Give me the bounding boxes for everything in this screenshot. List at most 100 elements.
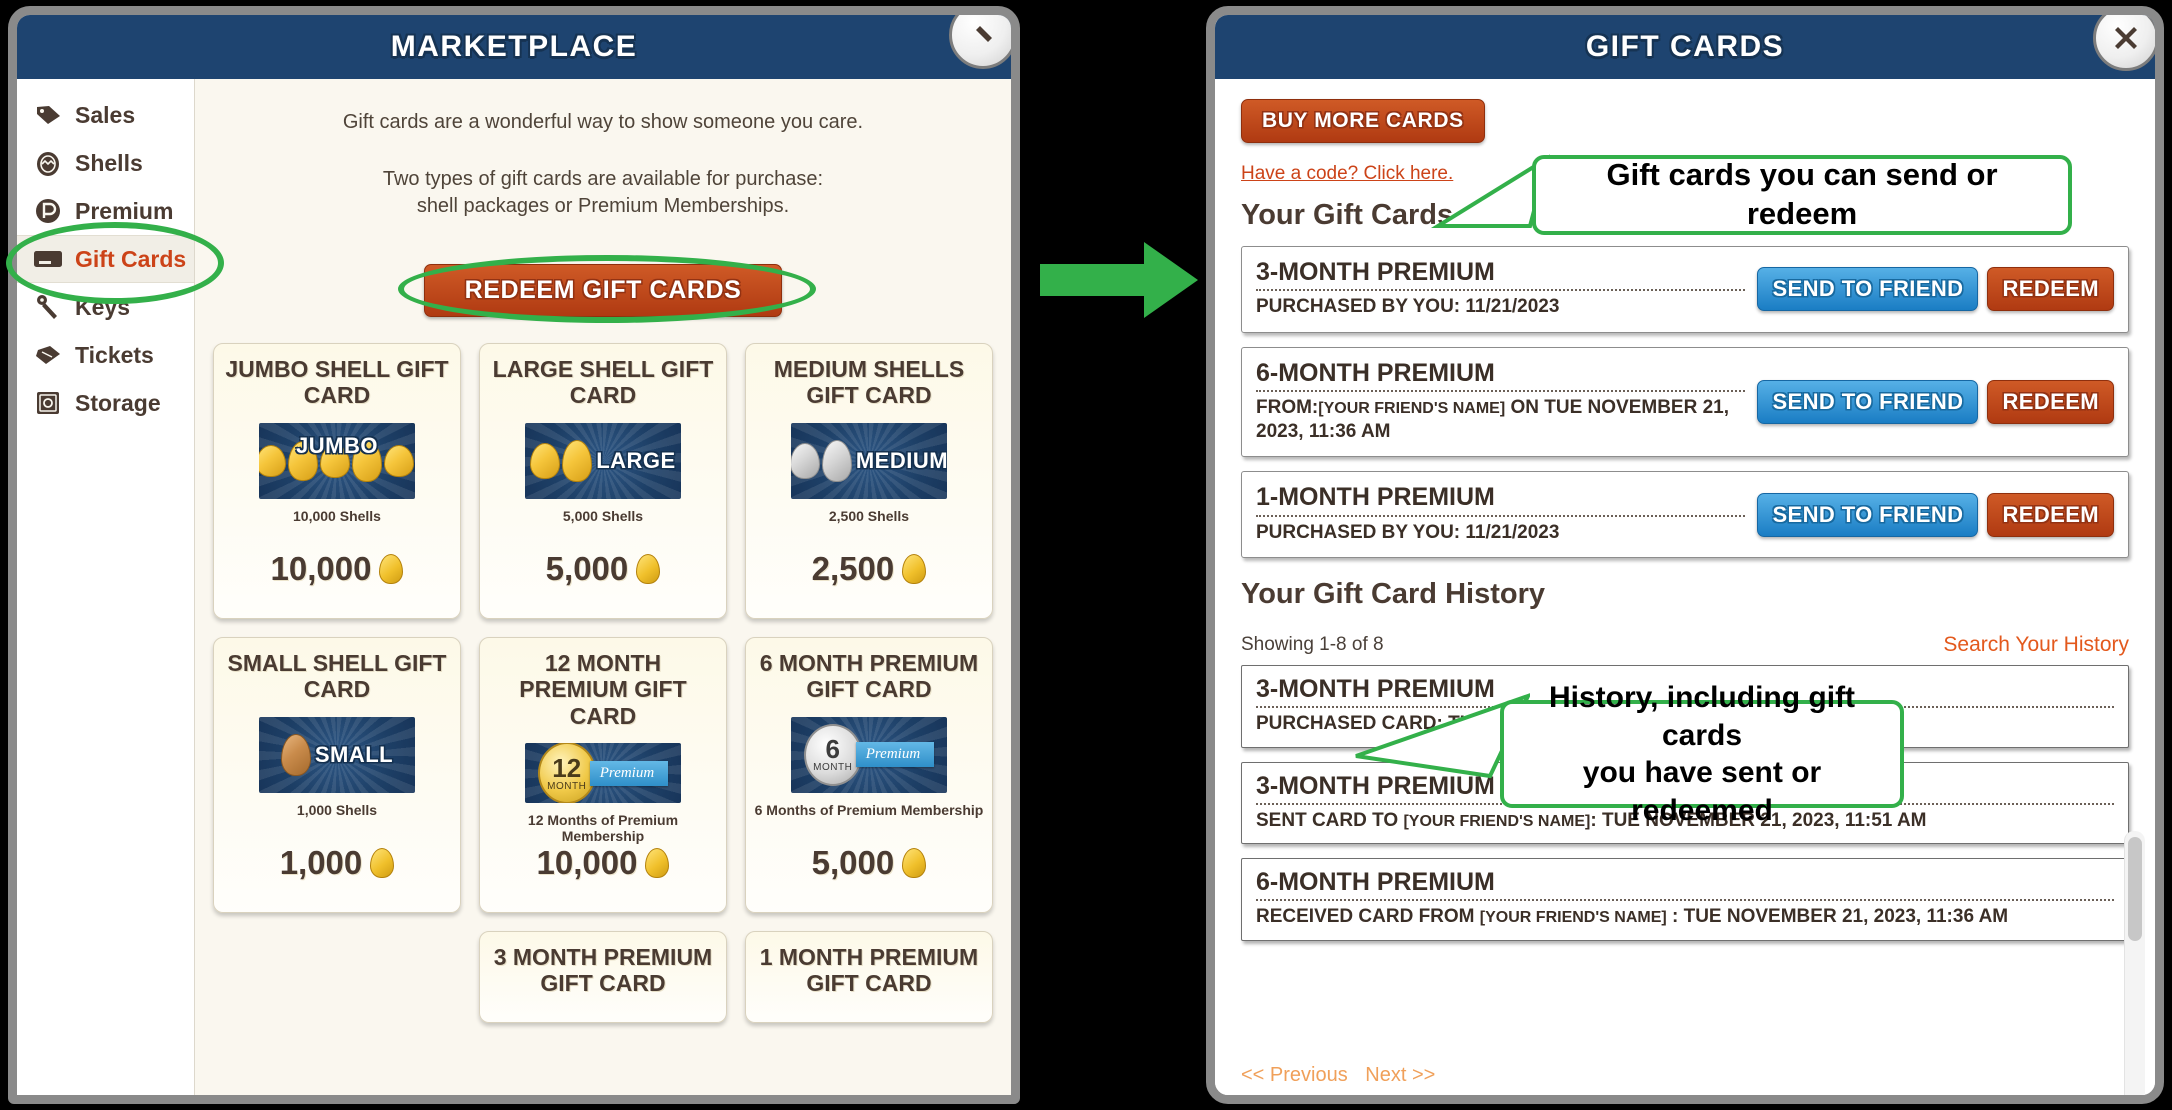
have-a-code-link[interactable]: Have a code? Click here. [1241, 163, 1453, 185]
close-icon[interactable] [2093, 15, 2155, 71]
history-scrollbar[interactable] [2124, 831, 2145, 1095]
gift-card-history-heading: Your Gift Card History [1241, 578, 1545, 610]
history-card-meta: RECEIVED CARD FROM [YOUR FRIEND'S NAME] … [1256, 905, 2114, 929]
product-price: 1,000 [280, 844, 395, 882]
previous-page-link[interactable]: << Previous [1241, 1064, 1348, 1086]
sidebar-item-shells[interactable]: Shells [17, 139, 194, 187]
premium-p-icon [33, 198, 63, 224]
callout-line-1: History, including gift cards [1548, 681, 1856, 752]
meta-prefix: RECEIVED CARD FROM [1256, 906, 1480, 928]
product-price: 5,000 [812, 844, 927, 882]
gold-eggs-icon [530, 439, 593, 482]
shell-coin-icon [645, 848, 670, 878]
gift-card-product[interactable]: 3 MONTH PREMIUM GIFT CARD [478, 931, 727, 1023]
shell-coin-icon [370, 848, 395, 878]
product-art: 12 MONTH Premium [524, 743, 681, 803]
gift-card-row: 6-MONTH PREMIUM FROM:[YOUR FRIEND'S NAME… [1241, 346, 2129, 458]
gift-cards-header: GIFT CARDS [1215, 15, 2155, 79]
gift-card-meta: PURCHASED BY YOU: 11/21/2023 [1256, 521, 1560, 543]
redeem-gift-cards-button[interactable]: REDEEM GIFT CARDS [423, 264, 783, 317]
art-label: MEDIUM [855, 447, 947, 473]
search-your-history-link[interactable]: Search Your History [1943, 633, 2129, 657]
gift-card-name: 3-MONTH PREMIUM [1256, 258, 1495, 286]
product-art: LARGE [524, 422, 681, 499]
divider [1256, 288, 1746, 292]
silver-eggs-icon [790, 439, 852, 482]
sidebar-item-label: Keys [75, 293, 130, 320]
product-sub: 6 Months of Premium Membership [754, 801, 984, 818]
marketplace-window: MARKETPLACE Sales Shells Premium Gift Ca… [8, 6, 1020, 1104]
product-sub: 5,000 Shells [562, 507, 644, 524]
product-title: 12 MONTH PREMIUM GIFT CARD [519, 650, 687, 729]
marketplace-content: Gift cards are a wonderful way to show s… [195, 79, 1011, 1095]
redeem-button[interactable]: REDEEM [1987, 267, 2114, 312]
shell-coin-icon [902, 848, 927, 878]
gift-cards-title: GIFT CARDS [1585, 30, 1785, 63]
send-to-friend-button[interactable]: SEND TO FRIEND [1757, 492, 1979, 537]
meta-friend-name: [YOUR FRIEND'S NAME] [1479, 909, 1667, 927]
product-title: MEDIUM SHELLS GIFT CARD [773, 356, 965, 409]
sidebar-item-label: Premium [75, 197, 174, 224]
sidebar-item-storage[interactable]: Storage [17, 379, 194, 427]
product-sub: 10,000 Shells [293, 507, 381, 524]
send-to-friend-button[interactable]: SEND TO FRIEND [1757, 380, 1979, 424]
pagination: << Previous Next >> [1241, 1064, 1447, 1087]
product-art: MEDIUM [790, 422, 947, 499]
product-title: JUMBO SHELL GIFT CARD [225, 356, 449, 409]
annotation-callout-history: History, including gift cards you have s… [1500, 681, 1904, 827]
marketplace-header: MARKETPLACE [17, 15, 1011, 79]
product-sub: 12 Months of Premium Membership [527, 812, 679, 844]
gift-card-name: 1-MONTH PREMIUM [1256, 483, 1495, 512]
meta-prefix: FROM: [1256, 396, 1319, 418]
sidebar-item-gift-cards[interactable]: Gift Cards [17, 235, 194, 283]
gift-card-name: 6-MONTH PREMIUM [1256, 358, 1495, 387]
sidebar-item-premium[interactable]: Premium [17, 187, 194, 235]
price-amount: 2,500 [811, 550, 895, 587]
gift-card-product[interactable]: SMALL SHELL GIFT CARD SMALL 1,000 Shells… [213, 637, 461, 913]
premium-ribbon: Premium [855, 742, 935, 768]
meta-friend-name: [YOUR FRIEND'S NAME] [1318, 399, 1506, 417]
product-sub: 1,000 Shells [296, 801, 378, 818]
redeem-button[interactable]: REDEEM [1987, 492, 2114, 537]
scrollbar-thumb[interactable] [2128, 837, 2142, 941]
price-amount: 5,000 [811, 844, 895, 881]
close-icon[interactable] [949, 15, 1011, 69]
gift-card-product[interactable]: 6 MONTH PREMIUM GIFT CARD 6 MONTH Premiu… [744, 637, 993, 913]
product-price: 10,000 [271, 550, 404, 588]
gift-card-meta: FROM:[YOUR FRIEND'S NAME] ON TUE NOVEMBE… [1256, 396, 1745, 445]
product-art: 6 MONTH Premium [790, 716, 947, 793]
product-sub: 2,500 Shells [828, 507, 910, 524]
art-label: SMALL [314, 741, 394, 767]
gift-card-product[interactable]: LARGE SHELL GIFT CARD LARGE 5,000 Shells… [478, 343, 727, 619]
gift-card-product[interactable]: JUMBO SHELL GIFT CARD JUMBO 10,000 Shell… [213, 343, 461, 619]
showing-count: Showing 1-8 of 8 [1241, 634, 1384, 655]
right-arrow-icon [1040, 242, 1198, 318]
shell-coin-icon [636, 554, 661, 584]
sidebar-item-tickets[interactable]: Tickets [17, 331, 194, 379]
next-page-link[interactable]: Next >> [1365, 1064, 1435, 1086]
gift-card-product[interactable]: MEDIUM SHELLS GIFT CARD MEDIUM 2,500 She… [744, 343, 993, 619]
gift-card-product[interactable]: 1 MONTH PREMIUM GIFT CARD [744, 931, 993, 1023]
art-label: JUMBO [296, 432, 378, 458]
sidebar-item-sales[interactable]: Sales [17, 91, 194, 139]
send-to-friend-button[interactable]: SEND TO FRIEND [1757, 267, 1979, 312]
price-amount: 1,000 [279, 844, 363, 881]
redeem-cta-wrap: REDEEM GIFT CARDS [213, 264, 993, 317]
product-title: SMALL SHELL GIFT CARD [227, 650, 447, 703]
marketplace-sidebar: Sales Shells Premium Gift Cards Keys Tic… [17, 79, 195, 1095]
gift-card-actions: SEND TO FRIEND REDEEM [1757, 267, 2114, 312]
redeem-button[interactable]: REDEEM [1987, 380, 2114, 424]
price-amount: 5,000 [545, 550, 629, 587]
sidebar-item-label: Gift Cards [75, 245, 187, 272]
gift-card-info: 6-MONTH PREMIUM FROM:[YOUR FRIEND'S NAME… [1256, 358, 1757, 445]
gift-card-product[interactable]: 12 MONTH PREMIUM GIFT CARD 12 MONTH Prem… [478, 637, 727, 913]
gift-card-grid: JUMBO SHELL GIFT CARD JUMBO 10,000 Shell… [213, 343, 993, 1023]
history-row: 6-MONTH PREMIUM RECEIVED CARD FROM [YOUR… [1241, 858, 2129, 941]
buy-more-cards-button[interactable]: BUY MORE CARDS [1241, 99, 1485, 143]
divider [1256, 389, 1746, 392]
key-icon [33, 294, 63, 320]
gift-card-icon [33, 246, 63, 272]
premium-ribbon: Premium [589, 760, 669, 786]
blurb-2a: Two types of gift cards are available fo… [382, 168, 824, 190]
sidebar-item-keys[interactable]: Keys [17, 283, 194, 331]
